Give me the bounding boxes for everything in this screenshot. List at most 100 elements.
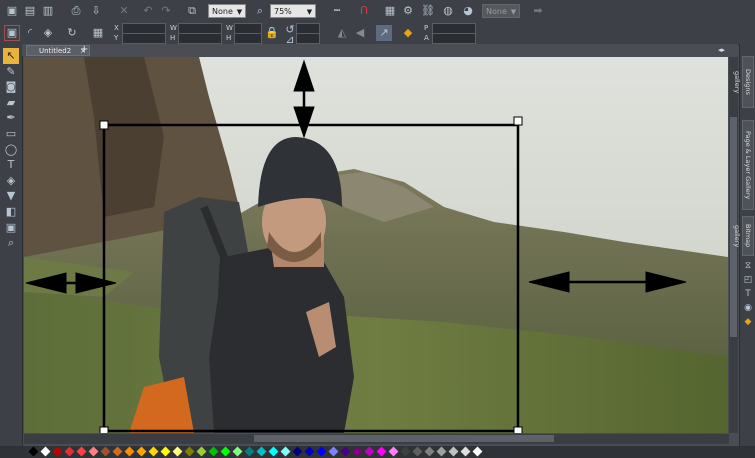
palette-swatch[interactable] [292, 446, 303, 457]
ellipse-tool-icon[interactable]: ◯ [3, 142, 19, 158]
page-options-icon[interactable]: ▦ [382, 3, 398, 19]
palette-swatch[interactable] [88, 446, 99, 457]
palette-swatch[interactable] [460, 446, 471, 457]
flip-vertical-icon[interactable]: ◀ [352, 25, 368, 41]
print-icon[interactable]: ⎙ [68, 3, 84, 19]
pen-tool-icon[interactable]: ✒ [3, 110, 19, 126]
curve-icon[interactable]: ◜ [22, 25, 38, 41]
palette-swatch[interactable] [328, 446, 339, 457]
palette-swatch[interactable] [352, 446, 363, 457]
palette-swatch[interactable] [220, 446, 231, 457]
palette-swatch[interactable] [112, 446, 123, 457]
link-icon[interactable]: ⛓ [420, 3, 436, 19]
tag-icon[interactable]: ◆ [400, 25, 416, 41]
add-tab-button[interactable]: + [80, 44, 88, 56]
fill-dropdown[interactable]: None ▼ [208, 4, 246, 18]
open-icon[interactable]: ▤ [22, 3, 38, 19]
zoom-tool-icon[interactable]: ⌕ [3, 235, 19, 251]
pointer-mode-icon[interactable]: ↗ [376, 25, 392, 41]
rotate-icon[interactable]: ↻ [64, 25, 80, 41]
palette-swatch[interactable] [436, 446, 447, 457]
document-settings-icon[interactable]: ⚙ [400, 3, 416, 19]
palette-swatch[interactable] [100, 446, 111, 457]
snap-ruler-icon[interactable]: ┅ [326, 3, 348, 19]
web-preview-icon[interactable]: ◍ [440, 3, 456, 19]
document-canvas[interactable] [24, 57, 728, 433]
delete-icon[interactable]: ✕ [116, 3, 132, 19]
palette-swatch[interactable] [304, 446, 315, 457]
a-field[interactable] [432, 33, 476, 44]
palette-swatch[interactable] [232, 446, 243, 457]
transparency-tool-icon[interactable]: ▼ [3, 188, 19, 204]
magnet-icon[interactable]: Ո [356, 3, 372, 19]
palette-swatch[interactable] [280, 446, 291, 457]
palette-swatch[interactable] [136, 446, 147, 457]
palette-swatch[interactable] [316, 446, 327, 457]
eraser-tool-icon[interactable]: ▰ [3, 95, 19, 111]
palette-swatch[interactable] [340, 446, 351, 457]
flip-horizontal-icon[interactable]: ◭ [334, 25, 350, 41]
palette-swatch[interactable] [28, 446, 39, 457]
new-document-icon[interactable]: ▣ [4, 3, 20, 19]
palette-swatch[interactable] [400, 446, 411, 457]
lock-aspect-icon[interactable]: 🔒 [264, 25, 280, 41]
text-tool-icon[interactable]: T [3, 157, 19, 173]
skew-field[interactable] [296, 33, 320, 44]
palette-swatch[interactable] [172, 446, 183, 457]
palette-swatch[interactable] [196, 446, 207, 457]
save-icon[interactable]: ▥ [40, 3, 56, 19]
shadow-tool-icon[interactable]: ◧ [3, 204, 19, 220]
palette-swatch[interactable] [76, 446, 87, 457]
palette-swatch[interactable] [208, 446, 219, 457]
scale-h-field[interactable] [234, 33, 262, 44]
transform-icon[interactable]: ⧉ [184, 3, 200, 19]
zoom-icon[interactable]: ⌕ [252, 3, 268, 19]
designs-gallery-tab[interactable]: Designs gallery [733, 56, 754, 108]
palette-swatch[interactable] [244, 446, 255, 457]
right-dropdown[interactable]: None ▼ [482, 4, 520, 18]
palette-swatch[interactable] [184, 446, 195, 457]
undo-icon[interactable]: ↶ [140, 3, 156, 19]
horizontal-scrollbar[interactable] [24, 434, 729, 444]
bevel-tool-icon[interactable]: ▣ [3, 220, 19, 236]
import-icon[interactable]: ⇩ [88, 3, 104, 19]
y-field[interactable] [122, 33, 166, 44]
p-label: P [424, 24, 429, 32]
zoom-value: 75% [274, 7, 292, 16]
palette-swatch[interactable] [448, 446, 459, 457]
palette-swatch[interactable] [148, 446, 159, 457]
redo-icon[interactable]: ↷ [158, 3, 174, 19]
publish-icon[interactable]: ◕ [460, 3, 476, 19]
gallery-panel: Designs gallery Page & Layer Gallery Bit… [733, 44, 755, 446]
palette-swatch[interactable] [472, 446, 483, 457]
palette-swatch[interactable] [424, 446, 435, 457]
tab-scroll-icon[interactable]: ◂▸ [718, 44, 725, 56]
freehand-tool-icon[interactable]: ✎ [3, 64, 19, 80]
horizontal-scroll-thumb[interactable] [254, 435, 554, 442]
palette-swatch[interactable] [40, 446, 51, 457]
page-layer-gallery-tab[interactable]: Page & Layer Gallery [742, 120, 754, 210]
photo-tool-icon[interactable]: ◙ [3, 79, 19, 95]
height-field[interactable] [178, 33, 222, 44]
zoom-dropdown[interactable]: 75% ▼ [270, 4, 316, 18]
palette-swatch[interactable] [124, 446, 135, 457]
gallery-icon-5[interactable]: ◆ [740, 314, 755, 330]
palette-swatch[interactable] [364, 446, 375, 457]
palette-swatch[interactable] [412, 446, 423, 457]
palette-swatch[interactable] [388, 446, 399, 457]
selector-tool-icon[interactable]: ↖ [3, 48, 19, 64]
palette-swatch[interactable] [376, 446, 387, 457]
grid-icon[interactable]: ▦ [90, 25, 106, 41]
palette-swatch[interactable] [160, 446, 171, 457]
x-label: X [114, 24, 119, 32]
palette-swatch[interactable] [268, 446, 279, 457]
palette-swatch[interactable] [256, 446, 267, 457]
arrow-right-icon[interactable]: ➡ [530, 3, 546, 19]
bitmap-select-icon[interactable]: ▣ [4, 25, 20, 41]
rectangle-tool-icon[interactable]: ▭ [3, 126, 19, 142]
bucket-icon[interactable]: ◈ [40, 25, 56, 41]
palette-swatch[interactable] [52, 446, 63, 457]
fill-tool-icon[interactable]: ◈ [3, 173, 19, 189]
bitmap-gallery-tab[interactable]: Bitmap gallery [733, 216, 754, 256]
palette-swatch[interactable] [64, 446, 75, 457]
